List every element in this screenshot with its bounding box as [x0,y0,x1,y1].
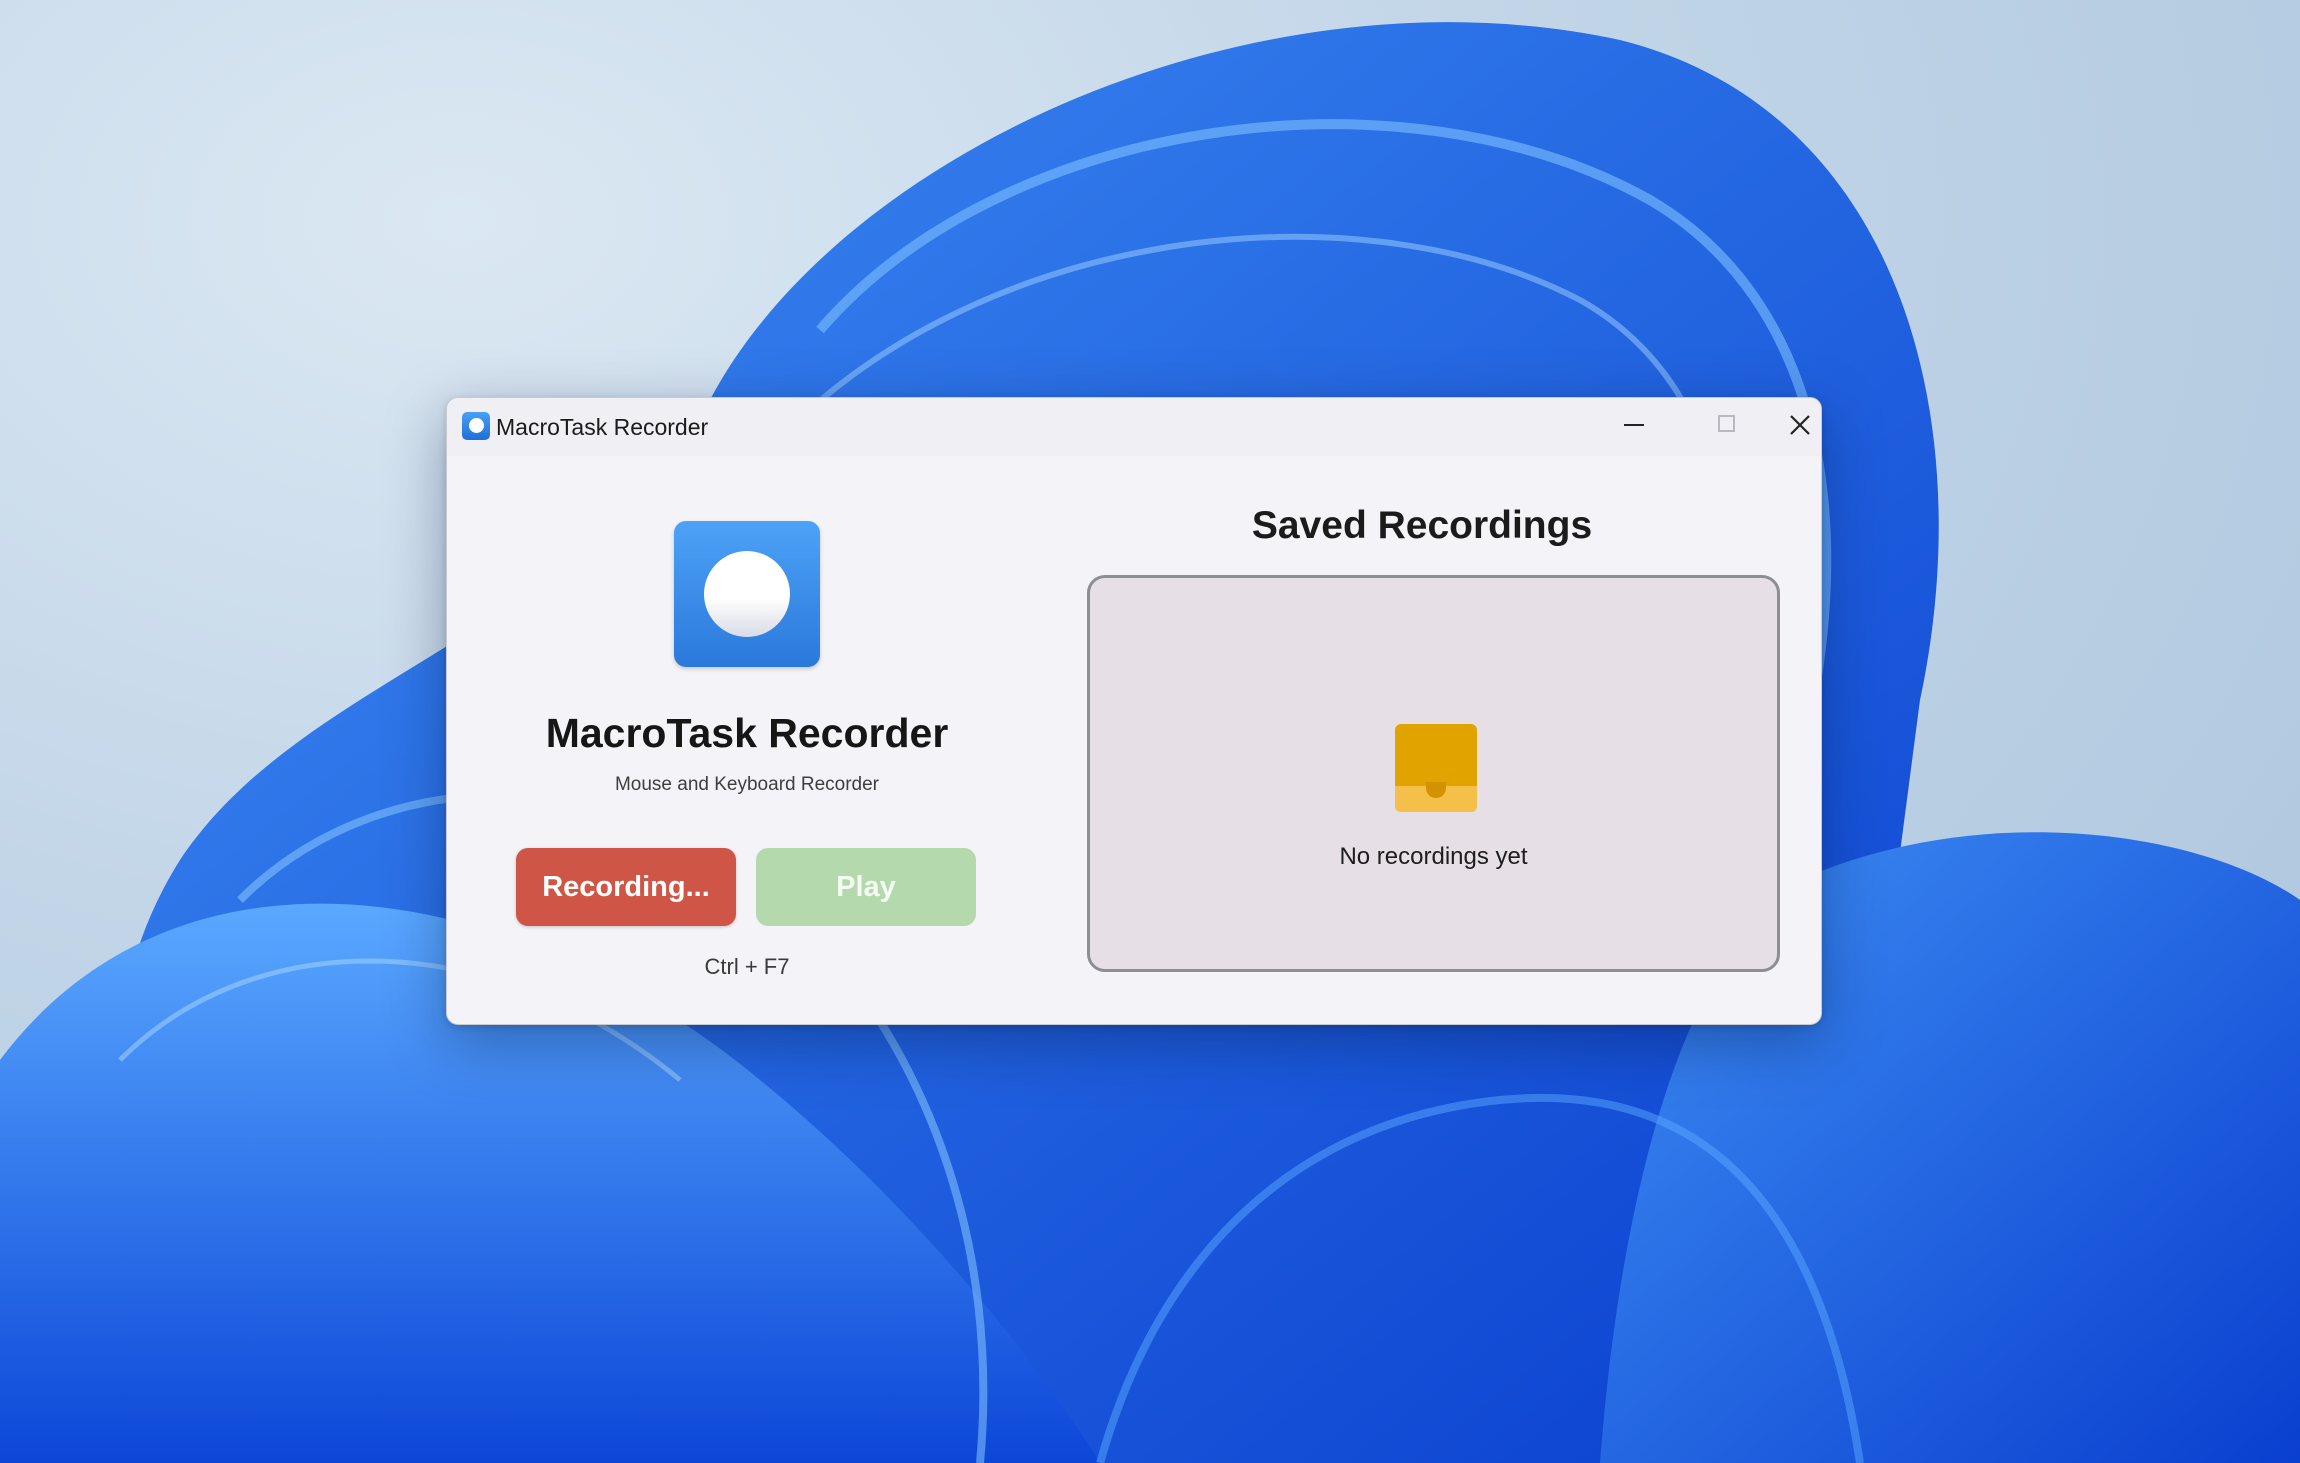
record-circle-icon [674,521,820,667]
recordings-list[interactable]: No recordings yet [1087,575,1780,972]
empty-state-text: No recordings yet [1090,843,1777,871]
app-subtitle: Mouse and Keyboard Recorder [527,774,967,796]
close-button[interactable] [1774,398,1821,450]
maximize-button[interactable] [1682,398,1774,450]
close-icon [1789,414,1811,436]
app-name: MacroTask Recorder [527,710,967,757]
record-button[interactable]: Recording... [516,848,736,926]
desktop: MacroTask Recorder MacroTask Recorder Mo… [0,0,2300,1463]
app-window: MacroTask Recorder MacroTask Recorder Mo… [446,397,1822,1025]
record-shortcut: Ctrl + F7 [527,954,967,980]
title-bar[interactable]: MacroTask Recorder [447,398,1821,456]
window-title: MacroTask Recorder [496,414,708,441]
minimize-button[interactable] [1590,398,1682,450]
saved-recordings-title: Saved Recordings [1087,504,1757,548]
app-icon [462,412,490,440]
inbox-tray-icon [1395,724,1477,812]
play-button[interactable]: Play [756,848,976,926]
